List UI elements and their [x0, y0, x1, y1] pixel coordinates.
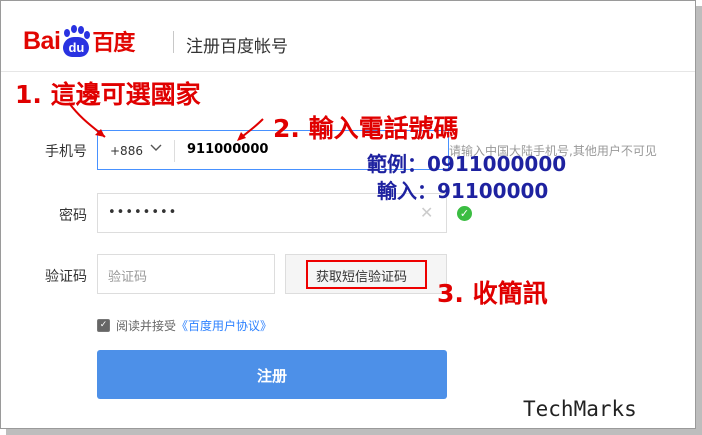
register-button-label: 注册 — [256, 367, 287, 385]
annotation-example: 範例：0911000000 — [367, 152, 567, 176]
page-header: Bai du 百度 注册百度帐号 — [1, 1, 695, 72]
checkbox-checked-icon[interactable]: ✓ — [97, 319, 110, 332]
code-input[interactable]: 验证码 — [108, 266, 147, 285]
page-title: 注册百度帐号 — [186, 37, 288, 57]
agree-text: 阅读并接受 — [116, 319, 177, 333]
highlight-box — [306, 260, 427, 289]
password-input[interactable]: •••••••• — [108, 205, 177, 220]
baidu-logo[interactable]: Bai du 百度 — [23, 25, 135, 57]
logo-text-du: du — [63, 37, 90, 57]
frame-shadow-right — [696, 6, 702, 435]
header-divider — [173, 31, 174, 53]
paw-icon: du — [61, 25, 91, 57]
agreement-row[interactable]: ✓ 阅读并接受 《百度用户协议》 — [97, 317, 272, 334]
code-field[interactable]: 验证码 — [97, 254, 275, 294]
arrow-step1-icon — [68, 102, 106, 138]
field-divider — [174, 140, 175, 162]
annotation-input: 輸入：91100000 — [377, 179, 549, 203]
close-icon[interactable]: ✕ — [420, 203, 433, 222]
check-circle-icon: ✓ — [457, 206, 472, 221]
screenshot-frame: Bai du 百度 注册百度帐号 手机号 +886 911000000 请输入中… — [0, 0, 696, 429]
user-agreement-link[interactable]: 《百度用户协议》 — [176, 317, 272, 334]
logo-text-bai: Bai — [23, 26, 61, 55]
frame-shadow-bottom — [6, 429, 702, 435]
annotation-step3: 3. 收簡訊 — [437, 279, 548, 308]
logo-text-cn: 百度 — [92, 31, 135, 56]
chevron-down-icon[interactable] — [150, 141, 162, 153]
watermark: TechMarks — [523, 397, 637, 421]
code-label: 验证码 — [45, 269, 87, 285]
annotation-step2: 2. 輸入電話號碼 — [273, 114, 459, 143]
register-button[interactable]: 注册 — [97, 350, 447, 399]
password-label: 密码 — [59, 208, 87, 224]
arrow-step2-icon — [237, 118, 264, 141]
